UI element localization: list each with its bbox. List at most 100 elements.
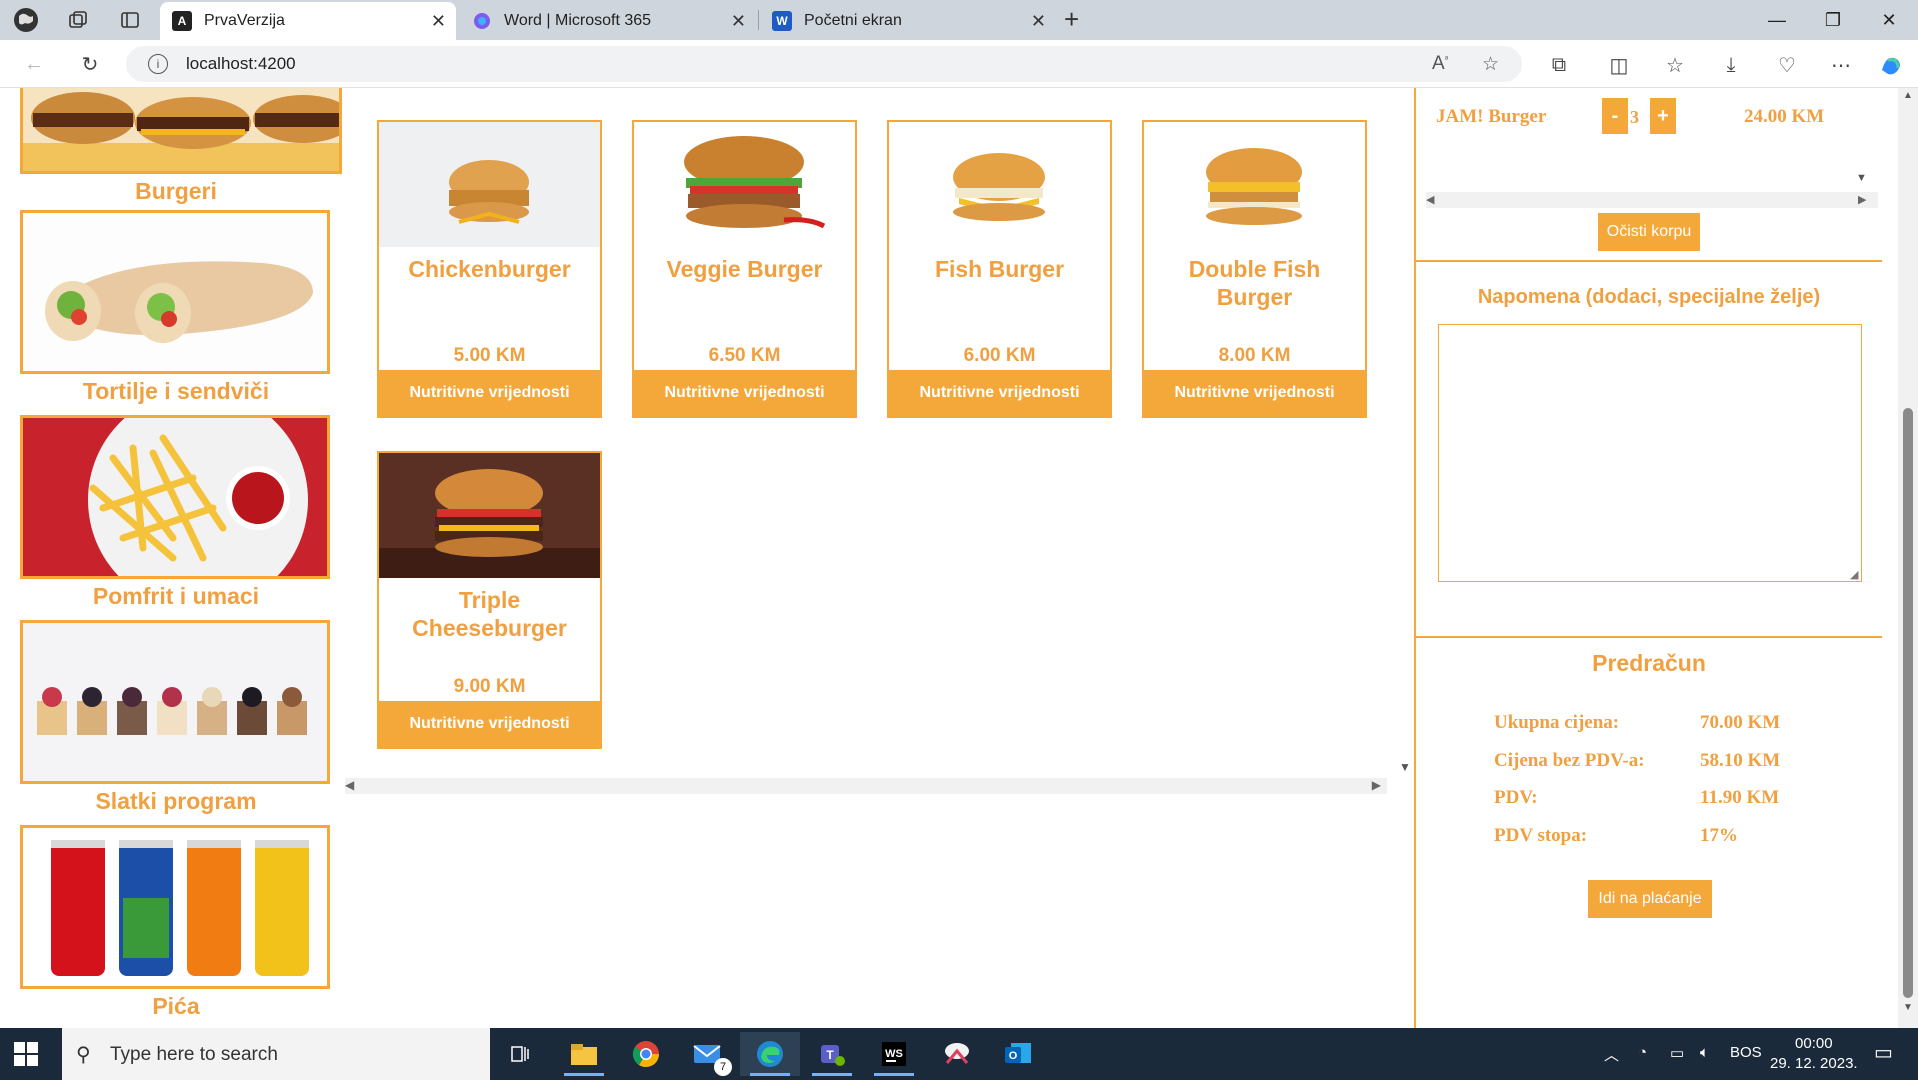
category-pica[interactable]: Pića: [20, 825, 332, 1020]
product-card[interactable]: Double Fish Burger 8.00 KM Nutritivne vr…: [1142, 120, 1367, 418]
volume-icon[interactable]: 🔈︎: [1700, 1044, 1709, 1061]
product-price: 8.00 KM: [1218, 345, 1291, 366]
note-title: Napomena (dodaci, specijalne želje): [1477, 286, 1821, 308]
new-tab-button[interactable]: +: [1064, 4, 1079, 35]
teams-icon[interactable]: T: [802, 1032, 862, 1076]
product-name: Chickenburger: [408, 256, 571, 282]
cart-scroll-down-arrow-icon[interactable]: ▼: [1856, 172, 1867, 184]
battery-icon[interactable]: ▭: [1670, 1044, 1684, 1062]
vertical-tabs-icon[interactable]: [116, 6, 144, 34]
minimize-button[interactable]: —: [1754, 4, 1800, 36]
tab-word[interactable]: Word | Microsoft 365 ✕: [460, 2, 756, 40]
url-text[interactable]: localhost:4200: [186, 54, 296, 74]
category-burgeri[interactable]: Burgeri: [20, 88, 342, 205]
task-view-icon[interactable]: [490, 1032, 550, 1076]
product-card[interactable]: Veggie Burger 6.50 KM Nutritivne vrijedn…: [632, 120, 857, 418]
mail-icon[interactable]: 7: [678, 1032, 738, 1076]
more-menu-icon[interactable]: ⋯: [1826, 50, 1856, 80]
go-to-payment-button[interactable]: Idi na plaćanje: [1588, 880, 1712, 918]
edge-icon[interactable]: [740, 1032, 800, 1076]
category-label: Slatki program: [95, 788, 257, 814]
category-tortilje[interactable]: Tortilje i sendviči: [20, 210, 332, 405]
copilot-icon: [472, 11, 492, 31]
snipping-tool-icon[interactable]: [926, 1032, 986, 1076]
nutrition-button[interactable]: Nutritivne vrijednosti: [634, 370, 855, 416]
extensions-icon[interactable]: ⧉: [1544, 50, 1574, 80]
increase-quantity-button[interactable]: +: [1650, 98, 1676, 134]
scroll-up-arrow-icon[interactable]: ▲: [1903, 90, 1913, 101]
download-icon[interactable]: ⤓: [1716, 50, 1746, 80]
split-screen-icon[interactable]: ◫: [1604, 50, 1634, 80]
bill-row-total: Ukupna cijena: 70.00 KM: [1494, 712, 1854, 738]
clear-cart-button[interactable]: Očisti korpu: [1598, 213, 1700, 251]
outlook-icon[interactable]: O: [988, 1032, 1048, 1076]
cart-item-price: 24.00 KM: [1744, 106, 1825, 127]
section-divider: [1416, 636, 1882, 638]
category-label: Burgeri: [135, 178, 217, 204]
windows-start-icon[interactable]: [14, 1042, 38, 1066]
tab-title: Početni ekran: [804, 12, 902, 29]
cart-horizontal-scrollbar[interactable]: ◀ ▶: [1426, 192, 1878, 208]
copilot-icon[interactable]: [1876, 50, 1906, 80]
close-tab-icon[interactable]: ✕: [731, 11, 746, 32]
product-card[interactable]: Fish Burger 6.00 KM Nutritivne vrijednos…: [887, 120, 1112, 418]
nutrition-button[interactable]: Nutritivne vrijednosti: [889, 370, 1110, 416]
scroll-right-arrow-icon[interactable]: ▶: [1372, 778, 1381, 792]
category-pomfrit[interactable]: Pomfrit i umaci: [20, 415, 332, 610]
scroll-left-arrow-icon[interactable]: ◀: [1426, 193, 1434, 206]
scroll-down-arrow-icon[interactable]: ▼: [1903, 1002, 1913, 1013]
nutrition-button[interactable]: Nutritivne vrijednosti: [1144, 370, 1365, 416]
webstorm-icon[interactable]: WS: [864, 1032, 924, 1076]
close-window-button[interactable]: ✕: [1866, 4, 1912, 36]
scroll-right-arrow-icon[interactable]: ▶: [1858, 193, 1866, 206]
bill-value: 11.90 KM: [1700, 787, 1780, 808]
browser-essentials-icon[interactable]: ♡: [1772, 50, 1802, 80]
favorite-star-icon[interactable]: ☆: [1482, 53, 1499, 76]
bill-label: PDV:: [1494, 787, 1538, 808]
tab-pocetni-ekran[interactable]: W Početni ekran ✕: [760, 2, 1056, 40]
product-name: Fish Burger: [934, 256, 1065, 282]
bill-value: 17%: [1700, 825, 1738, 846]
scroll-left-arrow-icon[interactable]: ◀: [345, 778, 354, 792]
language-indicator[interactable]: BOS: [1730, 1044, 1762, 1061]
notification-icon[interactable]: ▭: [1874, 1040, 1893, 1065]
read-aloud-icon[interactable]: Aᵃ: [1432, 53, 1448, 75]
product-card[interactable]: Chickenburger 5.00 KM Nutritivne vrijedn…: [377, 120, 602, 418]
favorites-icon[interactable]: ☆: [1660, 50, 1690, 80]
resize-handle-icon[interactable]: ◢: [1850, 568, 1858, 581]
product-grid-horizontal-scrollbar[interactable]: ◀ ▶: [345, 778, 1387, 794]
chrome-icon[interactable]: [616, 1032, 676, 1076]
taskbar-search[interactable]: ⚲ Type here to search: [62, 1028, 490, 1080]
url-field[interactable]: i localhost:4200 Aᵃ ☆: [126, 46, 1522, 82]
scroll-down-arrow-icon[interactable]: ▼: [1399, 760, 1411, 774]
product-image: [1144, 122, 1365, 247]
note-textarea[interactable]: [1438, 324, 1862, 582]
workspaces-icon[interactable]: [64, 6, 92, 34]
tab-title: PrvaVerzija: [204, 12, 285, 29]
restore-button[interactable]: ❐: [1810, 4, 1856, 36]
taskbar-clock[interactable]: 00:00 29. 12. 2023.: [1770, 1034, 1858, 1074]
product-image: [379, 122, 600, 247]
bill-label: Cijena bez PDV-a:: [1494, 750, 1645, 771]
product-card[interactable]: Triple Cheeseburger 9.00 KM Nutritivne v…: [377, 451, 602, 749]
show-hidden-icons[interactable]: ︿: [1604, 1044, 1619, 1065]
close-tab-icon[interactable]: ✕: [1031, 11, 1046, 32]
wifi-icon[interactable]: ◔: [1638, 1044, 1647, 1061]
nutrition-button[interactable]: Nutritivne vrijednosti: [379, 701, 600, 747]
decrease-quantity-button[interactable]: -: [1602, 98, 1628, 134]
close-tab-icon[interactable]: ✕: [431, 11, 446, 32]
product-price: 6.00 KM: [963, 345, 1036, 366]
cart-item-name: JAM! Burger: [1436, 106, 1547, 127]
category-slatki-program[interactable]: Slatki program: [20, 620, 332, 815]
file-explorer-icon[interactable]: [554, 1032, 614, 1076]
profile-icon[interactable]: [12, 6, 40, 34]
search-placeholder[interactable]: Type here to search: [110, 1044, 278, 1066]
nutrition-button[interactable]: Nutritivne vrijednosti: [379, 370, 600, 416]
page-vertical-scrollbar[interactable]: ▲ ▼: [1898, 88, 1918, 1028]
site-info-icon[interactable]: i: [148, 54, 168, 74]
back-arrow-icon[interactable]: ←: [20, 50, 48, 78]
scrollbar-thumb[interactable]: [1903, 408, 1913, 998]
tab-prvaverzija[interactable]: A PrvaVerzija ✕: [160, 2, 456, 40]
refresh-icon[interactable]: ↻: [76, 50, 104, 78]
windows-taskbar: ⚲ Type here to search 7 T WS O ︿ ◔ ▭ 🔈︎ …: [0, 1028, 1918, 1080]
